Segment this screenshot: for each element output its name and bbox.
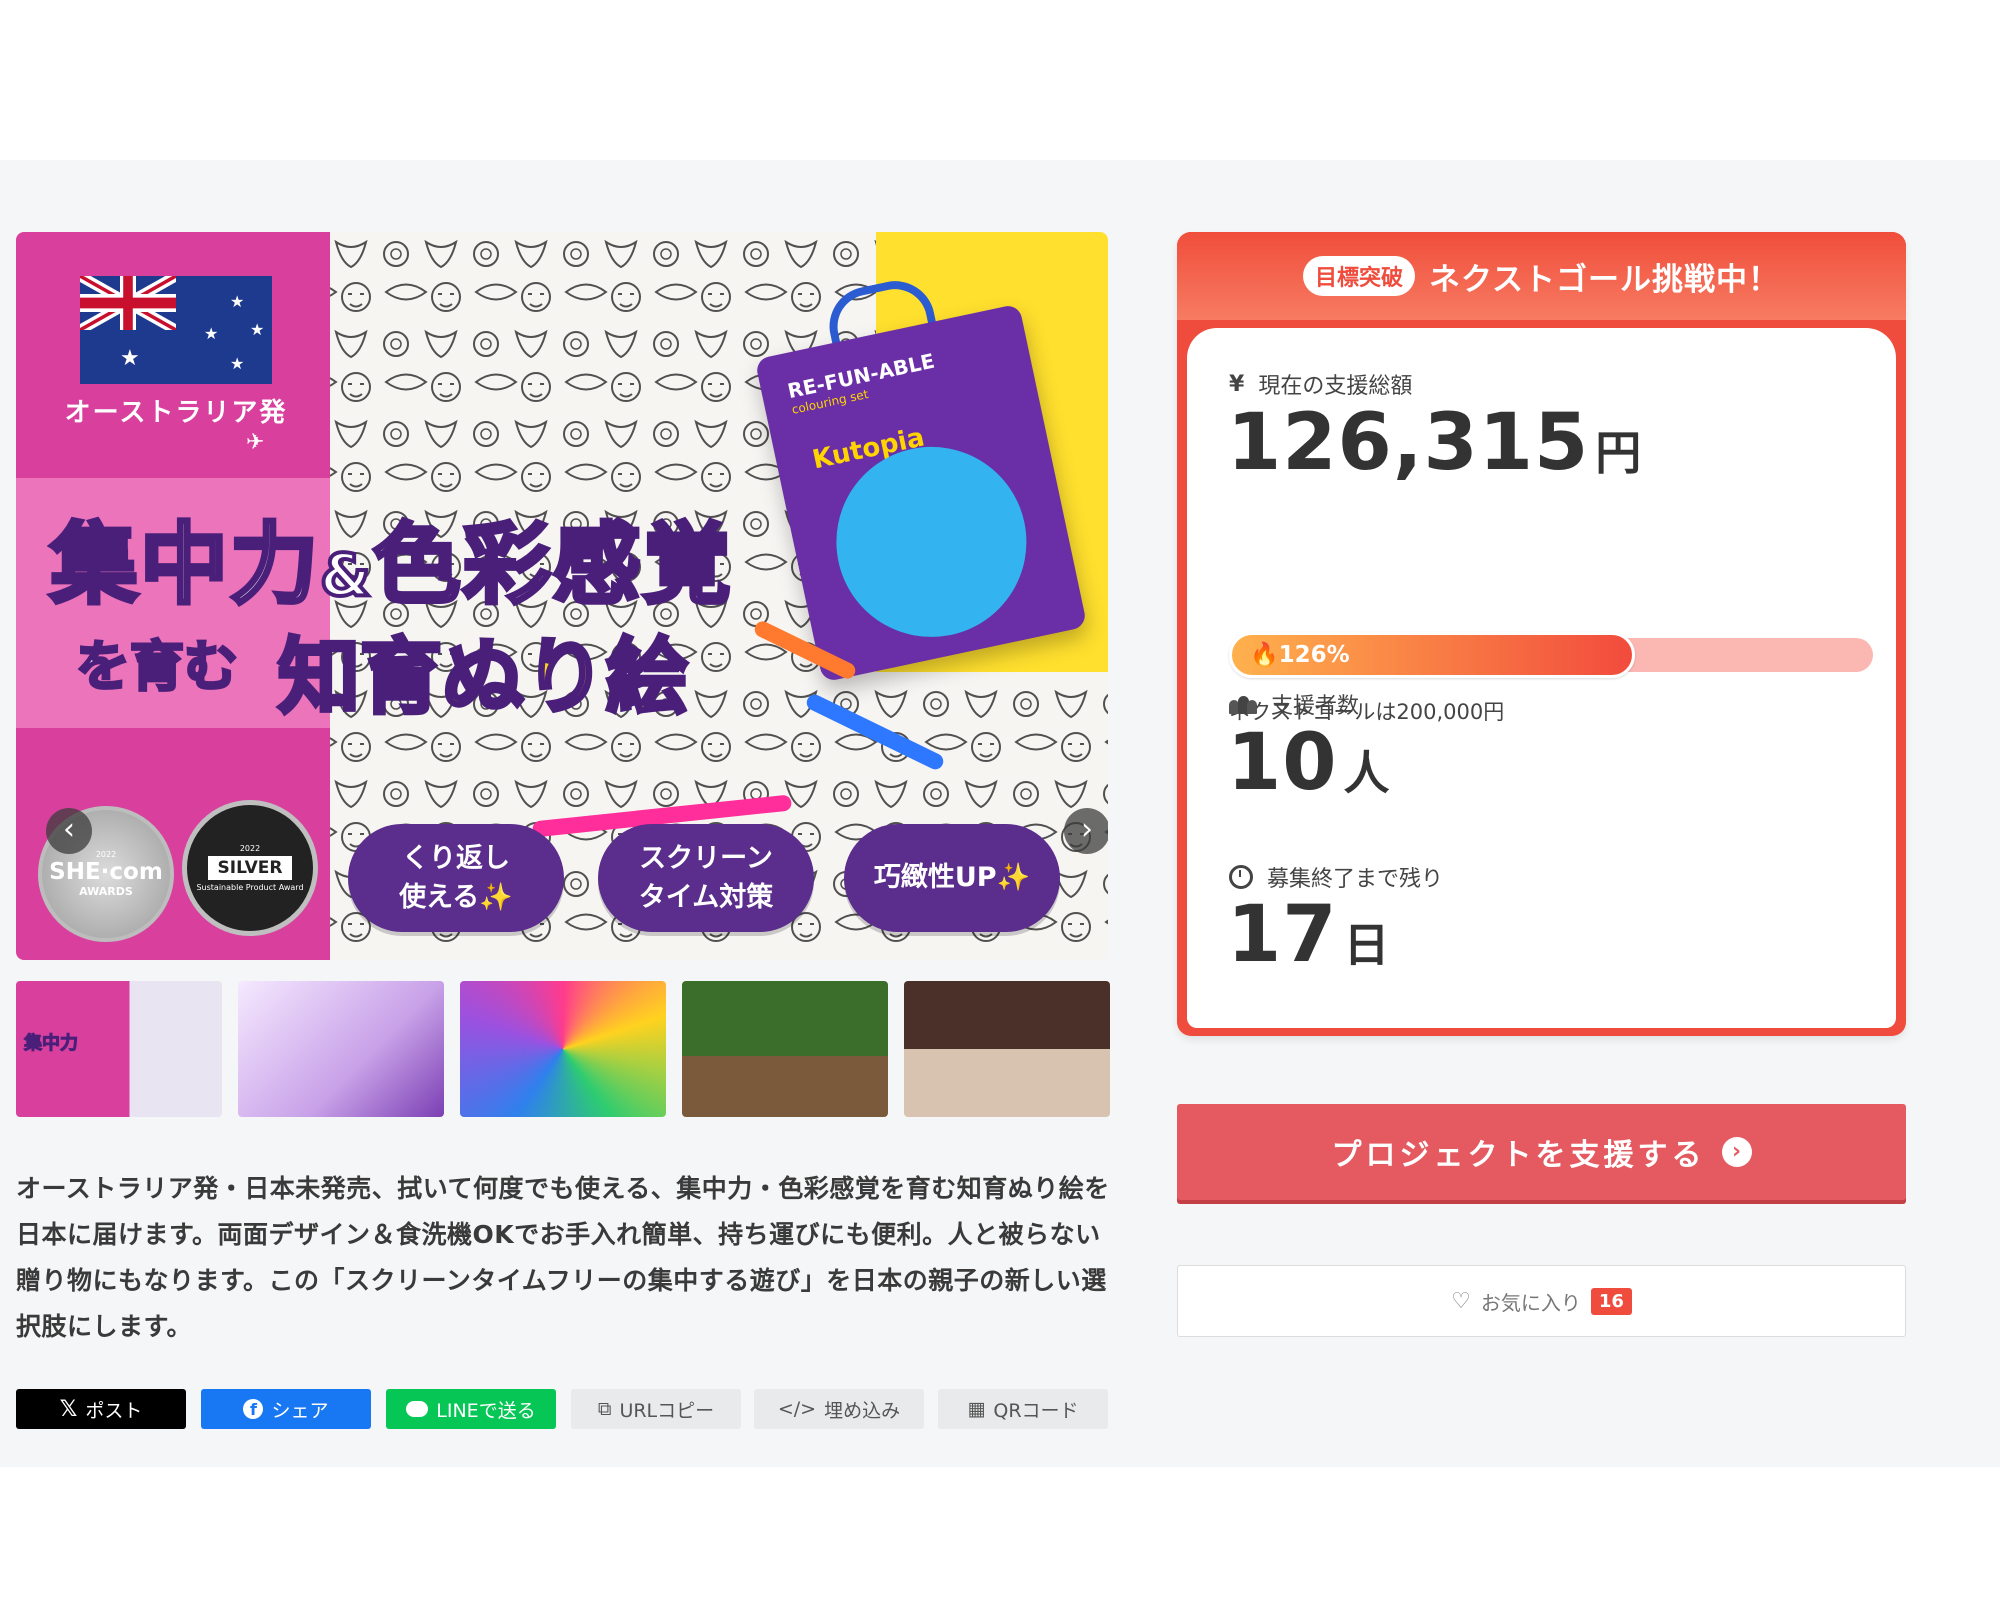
- remaining-value: 17 日: [1227, 890, 1390, 980]
- carousel-prev-button[interactable]: ‹: [46, 808, 92, 854]
- funding-status-card: 目標突破 ネクストゴール挑戦中！ ¥ 現在の支援総額 126,315 円 🔥126…: [1177, 232, 1906, 1036]
- australia-flag-icon: ★ ★ ★ ★ ★: [80, 276, 272, 384]
- main-project-image[interactable]: ★ ★ ★ ★ ★ オーストラリア発 ✈ 集中力&色彩感覚 を育む 知育ぬり絵 …: [16, 232, 1108, 960]
- clock-icon: [1229, 865, 1253, 889]
- code-icon: </>: [777, 1398, 817, 1420]
- people-icon: [1229, 694, 1257, 714]
- qr-icon: ▦: [967, 1398, 986, 1420]
- yen-icon: ¥: [1229, 371, 1245, 397]
- embed-button[interactable]: </> 埋め込み: [754, 1389, 924, 1429]
- amount-label: ¥ 現在の支援総額: [1229, 371, 1413, 400]
- x-logo-icon: 𝕏: [59, 1396, 78, 1422]
- project-description: オーストラリア発・日本未発売、拭いて何度でも使える、集中力・色彩感覚を育む知育ぬ…: [16, 1174, 1110, 1341]
- support-project-button[interactable]: プロジェクトを支援する ›: [1177, 1104, 1906, 1200]
- headline-main: 集中力&色彩感覚: [48, 511, 733, 618]
- facebook-icon: f: [243, 1399, 264, 1419]
- thumbnail-2[interactable]: [238, 981, 444, 1117]
- flame-icon: 🔥: [1250, 642, 1279, 668]
- feature-pill-dexterity: 巧緻性UP✨: [844, 824, 1060, 932]
- remaining-label: 募集終了まで残り: [1229, 861, 1443, 893]
- carousel-next-button[interactable]: ›: [1064, 808, 1108, 854]
- line-icon: [406, 1401, 429, 1417]
- copy-url-button[interactable]: ⧉ URLコピー: [571, 1389, 741, 1429]
- copy-icon: ⧉: [597, 1398, 612, 1420]
- airplane-icon: ✈: [246, 430, 265, 455]
- feature-pill-screen-time: スクリーン タイム対策: [598, 824, 814, 932]
- qr-code-button[interactable]: ▦ QRコード: [938, 1389, 1108, 1429]
- share-line-button[interactable]: LINEで送る: [386, 1389, 556, 1429]
- chevron-right-icon: ›: [1721, 1137, 1752, 1167]
- favorite-button[interactable]: ♡ お気に入り 16: [1177, 1265, 1906, 1337]
- goal-achieved-badge: 目標突破: [1302, 256, 1415, 296]
- next-goal-title: ネクストゴール挑戦中！: [1428, 261, 1781, 298]
- feature-pill-reusable: くり返し 使える✨: [348, 824, 564, 932]
- card-header: 目標突破 ネクストゴール挑戦中！: [1177, 232, 1906, 320]
- thumbnail-3[interactable]: [460, 981, 666, 1117]
- card-body: ¥ 現在の支援総額 126,315 円 🔥126% ネクストゴールは200,000…: [1187, 328, 1896, 1028]
- share-facebook-button[interactable]: f シェア: [201, 1389, 371, 1429]
- thumbnail-5[interactable]: [904, 981, 1110, 1117]
- amount-value: 126,315 円: [1227, 398, 1642, 488]
- backers-label: 支援者数: [1229, 688, 1359, 720]
- silver-award-badge: 2022 SILVER Sustainable Product Award: [182, 800, 318, 936]
- backers-value: 10 人: [1227, 718, 1390, 808]
- origin-label: オーストラリア発: [64, 398, 288, 428]
- favorite-count-badge: 16: [1590, 1287, 1632, 1315]
- progress-bar: 🔥126%: [1229, 632, 1873, 678]
- headline-highlight: 知育ぬり絵: [276, 628, 690, 727]
- thumbnail-4[interactable]: [682, 981, 888, 1117]
- share-x-button[interactable]: 𝕏 ポスト: [16, 1389, 186, 1429]
- headline-sub: を育む: [75, 634, 240, 700]
- progress-percent: 🔥126%: [1250, 642, 1350, 668]
- thumbnail-1[interactable]: 集中力: [16, 981, 222, 1117]
- heart-icon: ♡: [1451, 1288, 1471, 1314]
- progress-fill: 🔥126%: [1229, 632, 1635, 678]
